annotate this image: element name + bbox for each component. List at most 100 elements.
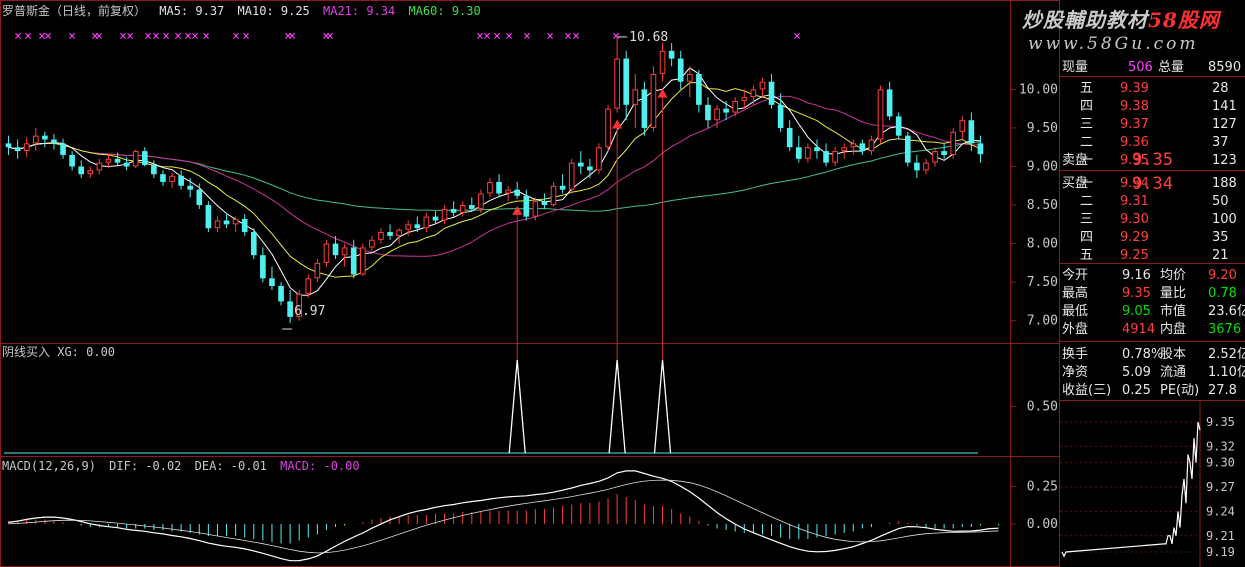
xg-tick-label: 0.50 <box>1027 400 1058 415</box>
mini-tick-label: 9.35 <box>1206 415 1235 429</box>
candle-body-up <box>732 100 739 113</box>
candle-body-up <box>741 97 748 101</box>
buy-row: 三 9.30 100 <box>1060 210 1245 229</box>
ma5-label: MA5: 9.37 <box>159 4 225 18</box>
candle-body-down <box>523 195 530 217</box>
sell-volume: 37 <box>1212 135 1229 150</box>
candle-body-down <box>78 166 85 175</box>
candle-body-down <box>187 185 194 190</box>
fin-label: 流通 <box>1160 365 1187 380</box>
fin-label: PE(动) <box>1160 383 1200 398</box>
signal-star-marker: × <box>152 29 160 44</box>
candle-body-up <box>550 185 557 206</box>
candle-body-down <box>114 158 121 163</box>
current-ask-price: 9.35 <box>1132 150 1173 170</box>
candle-body-up <box>532 201 539 217</box>
signal-star-marker: × <box>493 29 501 44</box>
candle-body-down <box>14 147 21 152</box>
price-tick-label: 7.00 <box>1027 314 1058 329</box>
signal-star-marker: × <box>191 29 199 44</box>
ma10-line <box>8 81 981 278</box>
macd-panel-header: MACD(12,26,9) DIF: -0.02 DEA: -0.01 MACD… <box>2 459 366 473</box>
buy-row: 二 9.31 50 <box>1060 192 1245 211</box>
signal-star-marker: × <box>546 29 554 44</box>
candle-body-down <box>141 151 148 165</box>
ma21-label: MA21: 9.34 <box>323 4 396 18</box>
ma60-label: MA60: 9.30 <box>408 4 481 18</box>
candle-body-down <box>696 73 702 105</box>
signal-star-marker: × <box>95 29 103 44</box>
candle-body-down <box>332 243 339 256</box>
macd-dea: DEA: -0.01 <box>194 459 267 473</box>
buy-price: 9.31 <box>1120 194 1149 209</box>
candle-body-up <box>96 162 103 171</box>
sell-level: 二 <box>1080 135 1094 150</box>
low-label: 6.97 <box>294 304 325 319</box>
mini-tick-label: 9.30 <box>1206 456 1235 470</box>
candle-body-down <box>160 174 166 182</box>
price-tick-label: 8.50 <box>1027 198 1058 213</box>
intraday-mini-chart: 9.35 9.32 9.30 9.27 9.24 9.21 9.19 <box>1060 400 1235 567</box>
candle-body-up <box>932 151 938 163</box>
signal-star-marker: × <box>202 29 210 44</box>
candle-body-up <box>359 247 366 275</box>
candle-body-up <box>750 89 757 98</box>
candle-body-down <box>450 208 457 213</box>
mini-tick-label: 9.27 <box>1206 480 1235 494</box>
candle-body-up <box>632 89 639 105</box>
candle-body-up <box>596 147 602 171</box>
sell-level: 一 <box>1080 153 1094 168</box>
sell-volume: 123 <box>1212 153 1237 168</box>
macd-dif: DIF: -0.02 <box>109 459 182 473</box>
candle-body-up <box>323 243 330 263</box>
signal-star-marker: × <box>162 29 170 44</box>
buy-level: 四 <box>1080 230 1094 245</box>
candle-body-down <box>287 301 293 317</box>
buy-volume: 35 <box>1212 230 1229 245</box>
candle-body-down <box>223 220 230 225</box>
stat-row: 最低 9.05 市值 23.6亿 <box>1060 302 1245 321</box>
candle-body-down <box>577 162 584 167</box>
candle-body-down <box>350 247 357 275</box>
candle-body-down <box>786 127 793 148</box>
chart-frame <box>0 0 1060 567</box>
candle-body-down <box>823 151 829 163</box>
candle-body-up <box>305 278 312 294</box>
candle-body-down <box>278 286 284 302</box>
candle-body-down <box>723 108 729 113</box>
candle-body-down <box>895 116 902 136</box>
fin-row: 收益(三) 0.25 PE(动) 27.8 <box>1060 381 1245 400</box>
candle-body-up <box>650 73 657 128</box>
signal-star-marker: × <box>126 29 134 44</box>
signal-star-marker: × <box>232 29 240 44</box>
signal-star-marker: × <box>144 29 152 44</box>
price-tick-label: 9.00 <box>1027 160 1058 175</box>
buy-volume: 50 <box>1212 194 1229 209</box>
stat-label: 最高 <box>1062 286 1089 301</box>
candle-body-up <box>32 135 39 144</box>
macd-dea-line <box>8 479 999 554</box>
fin-value: 0.78% <box>1122 347 1164 362</box>
stat-label: 内盘 <box>1160 322 1187 337</box>
candle-body-down <box>178 175 184 186</box>
candle-body-down <box>414 224 421 229</box>
signal-star-marker: × <box>793 29 801 44</box>
fin-value: 0.25 <box>1122 383 1151 398</box>
candle-body-down <box>69 154 75 167</box>
fin-row: 净资 5.09 流通 1.10亿 <box>1060 363 1245 382</box>
signal-star-marker: × <box>523 29 531 44</box>
candle-body-down <box>123 162 130 167</box>
stat-value: 3676 <box>1208 322 1242 337</box>
candle-body-up <box>169 175 175 182</box>
candle-body-down <box>977 143 984 155</box>
candle-body-down <box>468 205 475 209</box>
sell-row: 三 9.37 127 <box>1060 115 1245 134</box>
candle-body-down <box>269 278 275 287</box>
signal-star-marker: × <box>564 29 572 44</box>
candle-body-down <box>904 135 911 163</box>
candle-body-up <box>505 189 511 194</box>
candle-body-up <box>232 218 239 225</box>
candle-body-down <box>777 104 784 128</box>
candle-body-down <box>859 143 866 152</box>
candle-body-up <box>959 120 966 132</box>
